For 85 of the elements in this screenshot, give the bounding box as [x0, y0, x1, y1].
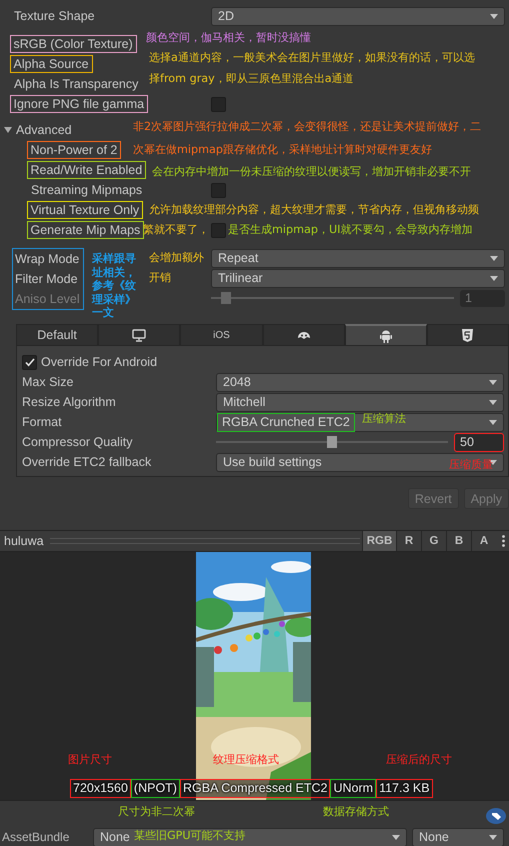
- platform-tab[interactable]: [426, 324, 509, 345]
- annotation: 会增加额外: [149, 250, 204, 266]
- caret-icon: [490, 14, 498, 18]
- checkbox-label: Override For Android: [41, 355, 158, 369]
- field-label: Ignore PNG file gamma: [10, 95, 148, 113]
- annotation: 会在内存中增加一份未压缩的纹理以便读写，增加开销非必要不开: [152, 164, 471, 180]
- annotation: 压缩后的尺寸: [386, 752, 452, 768]
- texture-info: UNorm: [330, 779, 376, 798]
- annotation: 选择a通道内容，一般美术会在图片里做好，如果没有的话，可以选: [149, 50, 475, 66]
- annotation: 图片尺寸: [68, 752, 112, 768]
- annotation: 数据存储方式: [323, 804, 389, 820]
- field-label: sRGB (Color Texture): [10, 35, 137, 53]
- caret-icon: [489, 420, 497, 424]
- field-label: Generate Mip Maps: [26, 221, 144, 239]
- annotation: 某些旧GPU可能不支持: [134, 828, 246, 844]
- annotation: 是否生成mipmap，UI就不要勾，会导致内存增加: [228, 222, 472, 238]
- caret-icon: [490, 256, 498, 260]
- dropdown[interactable]: 2D: [211, 6, 505, 26]
- annotation: 纹理压缩格式: [213, 752, 279, 768]
- texture-info: RGBA Compressed ETC2: [180, 779, 330, 798]
- field-label: Alpha Source: [10, 55, 93, 73]
- annotation: 颜色空间，伽马相关，暂时没搞懂: [146, 30, 311, 46]
- field-label: Wrap Mode: [15, 251, 80, 268]
- annotation: 压缩算法: [362, 411, 406, 427]
- tag-icon[interactable]: [486, 808, 506, 824]
- foldout-toggle[interactable]: Advanced: [0, 123, 72, 137]
- more-icon[interactable]: [502, 535, 505, 547]
- slider-thumb[interactable]: [327, 436, 337, 448]
- field-label: Non-Power of 2: [26, 141, 122, 159]
- field-label: Format: [22, 414, 62, 430]
- checkmark-icon: [24, 358, 34, 366]
- creature-icon: [296, 330, 311, 340]
- annotation: 压缩质量: [449, 457, 493, 473]
- checkbox[interactable]: [211, 222, 226, 238]
- texture-info: (NPOT): [130, 779, 180, 798]
- expand-arrow-icon: [4, 126, 12, 134]
- field-label: Read/Write Enabled: [26, 161, 146, 179]
- annotation: 择from gray，即从三原色里混合出a通道: [149, 71, 354, 87]
- field-label: Aniso Level: [15, 291, 81, 308]
- annotation: 次幂在做mipmap跟存储优化，采样地址计算时对硬件更友好: [133, 142, 432, 158]
- annotation: 非2次幂图片强行拉伸成二次幂，会变得很怪，还是让美术提前做好，二: [133, 119, 482, 135]
- field-label: Resize Algorithm: [22, 394, 116, 410]
- texture-info: 720x1560: [70, 779, 131, 798]
- field-label: AssetBundle: [2, 830, 70, 844]
- channel-toggle[interactable]: G: [421, 531, 446, 551]
- platform-tab[interactable]: [344, 324, 427, 345]
- checkbox[interactable]: [22, 354, 37, 370]
- annotation: 允许加载纹理部分内容，超大纹理才需要，节省内存，但视角移动频: [149, 202, 479, 218]
- dropdown[interactable]: None: [412, 828, 504, 846]
- field-label: Filter Mode: [15, 271, 79, 288]
- channel-toggle[interactable]: RGB: [362, 531, 396, 551]
- field-label: Virtual Texture Only: [26, 201, 144, 219]
- caret-icon: [490, 276, 498, 280]
- shield-icon: [462, 328, 474, 342]
- caret-icon: [392, 834, 400, 840]
- field-label: Alpha Is Transparency: [14, 76, 138, 92]
- platform-tab[interactable]: iOS: [180, 324, 263, 345]
- field-label: Texture Shape: [14, 8, 95, 24]
- platform-tab[interactable]: [98, 324, 180, 345]
- channel-toggle[interactable]: R: [396, 531, 421, 551]
- field-label: Max Size: [22, 374, 74, 390]
- annotation: 开销: [149, 270, 171, 286]
- checkbox[interactable]: [211, 182, 226, 198]
- platform-tab[interactable]: Default: [16, 324, 98, 345]
- channel-toggle[interactable]: A: [471, 531, 496, 551]
- monitor-icon: [132, 328, 146, 342]
- android-icon: [380, 328, 392, 342]
- dropdown[interactable]: Repeat: [211, 248, 505, 268]
- preview-title: huluwa: [3, 534, 45, 548]
- dropdown[interactable]: Mitchell: [216, 392, 504, 412]
- caret-icon: [489, 834, 497, 840]
- texture-info: 117.3 KB: [376, 779, 433, 798]
- annotation: 尺寸为非二次幂: [118, 804, 195, 820]
- annotation: 采样跟寻址相关，参考《纹理采样》一文: [92, 252, 137, 320]
- checkbox[interactable]: [211, 96, 226, 112]
- caret-icon: [489, 400, 497, 404]
- dropdown[interactable]: 2048: [216, 372, 504, 392]
- dropdown[interactable]: Trilinear: [211, 268, 505, 288]
- field-label: Compressor Quality: [22, 434, 132, 450]
- number-field[interactable]: 50: [454, 432, 504, 452]
- caret-icon: [489, 380, 497, 384]
- platform-tab[interactable]: [262, 324, 345, 345]
- field-label: Override ETC2 fallback: [22, 454, 152, 470]
- field-label: Streaming Mipmaps: [31, 182, 142, 198]
- channel-toggle[interactable]: B: [446, 531, 471, 551]
